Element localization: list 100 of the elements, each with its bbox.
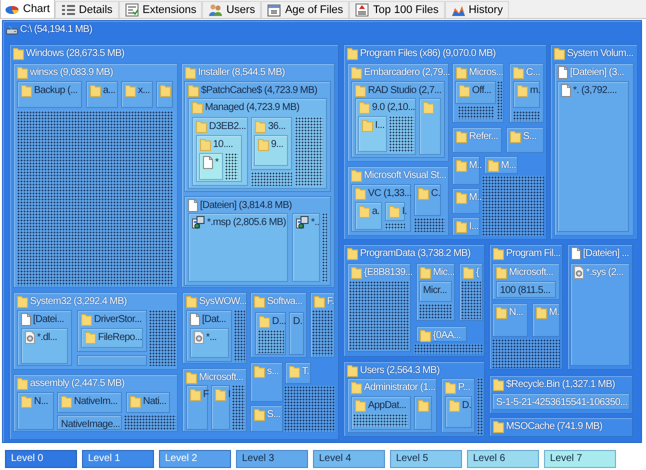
- item-label: I...: [469, 220, 479, 233]
- item-label: SysWOW...: [199, 295, 247, 308]
- item-label: C.: [431, 187, 440, 200]
- item-label: ProgramData (3,738.2 MB): [360, 247, 470, 260]
- small-files-pattern: [225, 153, 238, 180]
- folder-icon: [355, 187, 366, 200]
- small-files-pattern: [389, 116, 414, 152]
- level-swatch: Level 6: [467, 450, 539, 468]
- folder-icon: [493, 378, 504, 391]
- item-label: N...: [34, 395, 48, 408]
- small-files-pattern: [414, 344, 483, 354]
- level-swatch: Level 0: [5, 450, 77, 468]
- level-swatch: Level 5: [390, 450, 462, 468]
- folder-icon: [186, 295, 197, 308]
- item-label: Windows (28,673.5 MB): [26, 47, 124, 60]
- folder-icon: [314, 295, 325, 308]
- item-label: System32 (3,292.4 MB): [30, 295, 127, 308]
- tab[interactable]: Extensions: [118, 1, 202, 18]
- folder-icon: [81, 313, 92, 326]
- installer-file-icon: [296, 216, 309, 229]
- item-label: C...: [526, 66, 540, 79]
- folder-icon: [445, 381, 456, 394]
- folder-icon: [85, 331, 96, 344]
- folder-icon: [420, 329, 431, 342]
- item-label: [Datei...: [33, 313, 64, 326]
- item-label: VC (1,33...: [368, 187, 412, 200]
- folder-icon: [493, 420, 504, 433]
- item-label: Nati...: [143, 395, 166, 408]
- item-label: FileRepo...: [98, 331, 142, 344]
- tab[interactable]: Users: [202, 1, 262, 18]
- folder-icon: [488, 159, 499, 172]
- level-swatch: Level 2: [159, 450, 231, 468]
- item-label: M..: [469, 191, 482, 204]
- folder-icon: [160, 84, 171, 97]
- item-label: $PatchCache$ (4,723.9 MB): [201, 84, 318, 97]
- checklist-icon: [124, 3, 139, 17]
- file-icon: [188, 199, 198, 212]
- item-label: M...: [501, 159, 516, 172]
- level-swatch: Level 3: [236, 450, 308, 468]
- folder-icon: [289, 365, 300, 378]
- item-label: NativeIm...: [74, 395, 118, 408]
- folder-icon: [21, 395, 32, 408]
- small-files-pattern: [251, 172, 292, 186]
- tab[interactable]: Chart: [0, 0, 55, 18]
- folder-icon: [536, 306, 547, 319]
- item-label: 9...: [271, 138, 284, 151]
- tab[interactable]: Top 100 Files: [349, 1, 445, 18]
- gear-file-icon: [25, 331, 35, 344]
- item-label: Microsoft Visual St...: [364, 169, 446, 182]
- tab[interactable]: Details: [54, 1, 119, 18]
- item-label: F.: [327, 295, 334, 308]
- item-label: D.: [462, 399, 472, 412]
- folder-icon: [355, 399, 366, 412]
- item-label: Installer (8,544.5 MB): [198, 66, 285, 79]
- item-label: *: [215, 156, 218, 169]
- level-swatch: Level 7: [544, 450, 616, 468]
- file-icon: [190, 313, 200, 326]
- item-label: Refer...: [469, 130, 498, 143]
- item-label: 10....: [213, 138, 233, 151]
- item-label: AppDat...: [368, 399, 406, 412]
- item-label: MSOCache (741.9 MB): [506, 420, 602, 433]
- item-label: DriverStor...: [94, 313, 142, 326]
- folder-icon: [185, 66, 196, 79]
- folder-icon: [496, 306, 507, 319]
- small-files-pattern: [295, 117, 323, 186]
- small-files-pattern: [414, 218, 445, 232]
- item-label: *...: [206, 331, 217, 344]
- item-label: a.: [372, 205, 380, 218]
- folder-icon: [351, 66, 362, 79]
- item-label: 100 (811.5...: [500, 284, 550, 297]
- item-label: F: [203, 388, 209, 401]
- folder-icon: [347, 364, 358, 377]
- item-label: Mic...: [433, 266, 454, 279]
- file-icon: [561, 84, 571, 97]
- folder-icon: [255, 120, 266, 133]
- small-files-pattern: [258, 330, 284, 353]
- folder-icon: [17, 295, 28, 308]
- folder-icon: [359, 101, 370, 114]
- item-label: I...: [375, 119, 385, 132]
- item-label: Micros...: [469, 66, 504, 79]
- item-label: s...: [267, 365, 279, 378]
- folder-icon: [362, 119, 373, 132]
- item-label: D3EB2...: [209, 120, 246, 133]
- folder-icon: [456, 159, 467, 172]
- installer-file-icon: [192, 216, 205, 229]
- item-label: Embarcadero (2,79...: [364, 66, 450, 79]
- gear-file-icon: [194, 331, 204, 344]
- folder-icon: [347, 247, 358, 260]
- folder-icon: [456, 191, 467, 204]
- tab[interactable]: History: [444, 1, 509, 18]
- item-label: assembly (2,447.5 MB): [30, 377, 124, 390]
- item-label: a...: [103, 84, 116, 97]
- file-icon: [571, 247, 581, 260]
- folder-icon: [493, 247, 504, 260]
- folder-icon: [554, 47, 565, 60]
- item-label: m.: [530, 84, 540, 97]
- item-label: S...: [523, 130, 536, 143]
- item-label: D...: [272, 315, 286, 328]
- tab[interactable]: Age of Files: [261, 1, 350, 18]
- item-label: {0AA...: [433, 329, 461, 342]
